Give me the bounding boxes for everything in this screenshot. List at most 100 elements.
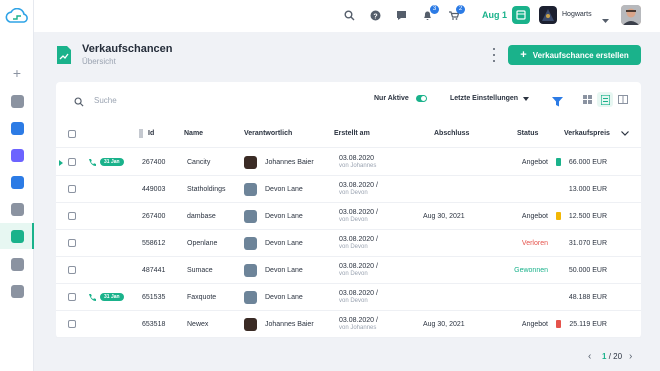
avatar [244, 263, 257, 277]
status-badge: Angebot [521, 320, 548, 328]
table-row[interactable]: 487441 Sumace Devon Lane 03.08.2020 /von De… [56, 257, 641, 284]
grid-view-icon[interactable] [579, 92, 595, 107]
sidebar-item-contacts[interactable] [5, 253, 29, 275]
current-date[interactable]: Aug 1 [482, 10, 507, 20]
cell-responsible: Johannes Baier [265, 320, 314, 328]
create-opportunity-button[interactable]: + Verkaufschance erstellen [508, 45, 641, 65]
building-icon [10, 202, 24, 216]
cell-responsible: Devon Lane [265, 212, 303, 220]
cell-created: 03.08.2020 / [339, 209, 378, 216]
chat-icon[interactable] [395, 9, 408, 22]
column-header-responsible[interactable]: Verantwortlich [244, 120, 292, 147]
chevron-down-icon[interactable] [621, 120, 629, 147]
cell-id: 487441 [142, 266, 166, 274]
settings-select[interactable]: Letzte Einstellungen [450, 95, 518, 102]
cell-name[interactable]: Sumace [187, 257, 213, 283]
cell-name[interactable]: Statholdings [187, 176, 226, 202]
contacts-icon [10, 257, 24, 271]
row-checkbox[interactable] [68, 185, 76, 193]
organization-name[interactable]: Hogwarts [562, 11, 592, 18]
avatar [244, 182, 257, 196]
avatar [244, 155, 257, 169]
column-header-name[interactable]: Name [184, 120, 203, 147]
column-header-price[interactable]: Verkaufspreis [564, 120, 610, 147]
cell-created: 03.08.2020 / [339, 182, 378, 189]
sidebar: + [0, 0, 34, 371]
avatar [244, 236, 257, 250]
column-header-id[interactable]: Id [148, 120, 154, 147]
cell-price: 66.000 EUR [568, 158, 607, 166]
cell-id: 449003 [142, 185, 166, 193]
cart-count-badge: 2 [456, 5, 465, 14]
more-options-icon[interactable] [491, 48, 497, 62]
sidebar-item-add[interactable]: + [5, 62, 29, 84]
filter-icon[interactable] [552, 94, 563, 112]
cell-name[interactable]: Cancity [187, 149, 210, 175]
user-avatar[interactable] [621, 5, 641, 25]
column-header-closing[interactable]: Abschluss [434, 120, 469, 147]
cell-name[interactable]: Newex [187, 311, 208, 337]
cell-created: 03.08.2020 / [339, 317, 378, 324]
phone-icon[interactable] [88, 158, 96, 166]
table-row[interactable]: 31 Jan 267400 Cancity Johannes Baier 03.08.2… [56, 149, 641, 176]
chevron-down-icon[interactable] [602, 11, 609, 29]
pagination-status: 1 / 20 [602, 352, 622, 361]
cell-price: 12.500 EUR [568, 212, 607, 220]
cell-created-by: von Devon [339, 271, 368, 277]
sidebar-item-briefcase[interactable] [5, 280, 29, 302]
table-row[interactable]: 558612 Openlane Devon Lane 03.08.2020 /von … [56, 230, 641, 257]
organization-logo[interactable] [539, 6, 557, 24]
row-checkbox[interactable] [68, 293, 76, 301]
page-title: Verkaufschancen [82, 43, 173, 55]
cell-name[interactable]: dambase [187, 203, 216, 229]
bell-icon[interactable]: 3 [421, 5, 439, 22]
cell-id: 653518 [142, 320, 166, 328]
cell-created: 03.08.2020 / [339, 236, 378, 243]
only-active-toggle[interactable] [416, 95, 427, 102]
calendar-button[interactable] [512, 6, 530, 24]
cell-created: 03.08.2020 [339, 155, 375, 162]
row-checkbox[interactable] [68, 320, 76, 328]
list-view-icon[interactable] [597, 92, 613, 107]
select-all-checkbox[interactable] [68, 129, 76, 138]
row-checkbox[interactable] [68, 212, 76, 220]
search-icon[interactable] [343, 9, 356, 22]
split-view-icon[interactable] [615, 92, 631, 107]
cloud-logo-icon[interactable] [4, 8, 30, 26]
calendar-icon [516, 10, 526, 20]
phone-icon[interactable] [88, 293, 96, 301]
sidebar-item-dashboard[interactable] [5, 90, 29, 112]
next-page-icon[interactable]: › [629, 351, 632, 362]
page-subtitle: Übersicht [82, 57, 116, 66]
cell-name[interactable]: Openlane [187, 230, 217, 256]
sidebar-item-opportunities[interactable] [5, 225, 29, 247]
caret-down-icon[interactable] [523, 97, 529, 101]
search-input[interactable] [94, 93, 274, 107]
row-checkbox[interactable] [68, 158, 76, 166]
avatar [244, 290, 257, 304]
row-checkbox[interactable] [68, 239, 76, 247]
sidebar-item-notes[interactable] [5, 144, 29, 166]
previous-page-icon[interactable]: ‹ [588, 351, 591, 362]
status-badge: Gewonnen [514, 266, 548, 274]
opportunities-icon [10, 229, 24, 243]
opportunities-card: Nur Aktive Letzte Einstellungen Id Name … [56, 82, 641, 338]
cell-responsible: Devon Lane [265, 185, 303, 193]
table-row[interactable]: 31 Jan 651535 Faxquote Devon Lane 03.08.2020… [56, 284, 641, 311]
status-badge: Verloren [521, 239, 548, 247]
table-row[interactable]: 449003 Statholdings Devon Lane 03.08.2020 /… [56, 176, 641, 203]
column-drag-handle[interactable] [139, 120, 143, 147]
help-icon[interactable]: ? [369, 9, 382, 22]
table-row[interactable]: 267400 dambase Devon Lane 03.08.2020 /von D… [56, 203, 641, 230]
cart-icon[interactable]: 2 [447, 5, 465, 22]
cell-created-by: von Johannes [339, 325, 377, 331]
table-row[interactable]: 653518 Newex Johannes Baier 03.08.2020 /von… [56, 311, 641, 338]
database-icon [10, 121, 24, 135]
sidebar-item-building[interactable] [5, 198, 29, 220]
cell-name[interactable]: Faxquote [187, 284, 216, 310]
column-header-created[interactable]: Erstellt am [334, 120, 370, 147]
sidebar-item-network[interactable] [5, 171, 29, 193]
row-checkbox[interactable] [68, 266, 76, 274]
column-header-status[interactable]: Status [517, 120, 538, 147]
sidebar-item-database[interactable] [5, 117, 29, 139]
